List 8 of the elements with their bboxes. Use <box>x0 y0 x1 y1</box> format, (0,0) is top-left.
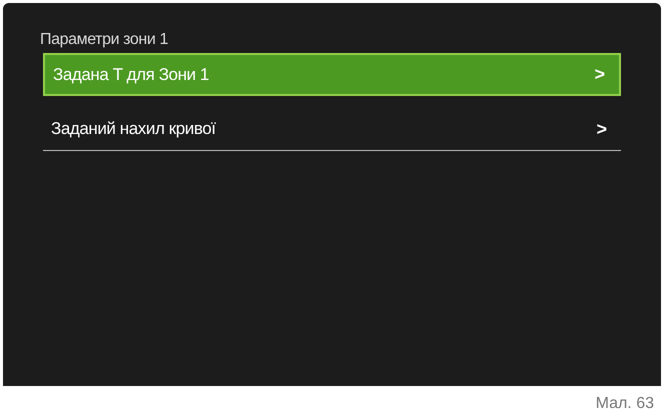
chevron-text: > <box>596 118 607 140</box>
menu-item[interactable]: Задана T для Зони 1 > <box>43 53 621 96</box>
item-label: Заданий нахил кривої <box>51 118 216 140</box>
screen-title: Параметри зони 1 <box>40 31 168 49</box>
menu-item[interactable]: Заданий нахил кривої > <box>43 108 621 151</box>
figure-caption: Мал. 63 <box>596 394 654 414</box>
item-label: Задана T для Зони 1 <box>53 64 209 86</box>
chevron-text: > <box>594 63 605 86</box>
